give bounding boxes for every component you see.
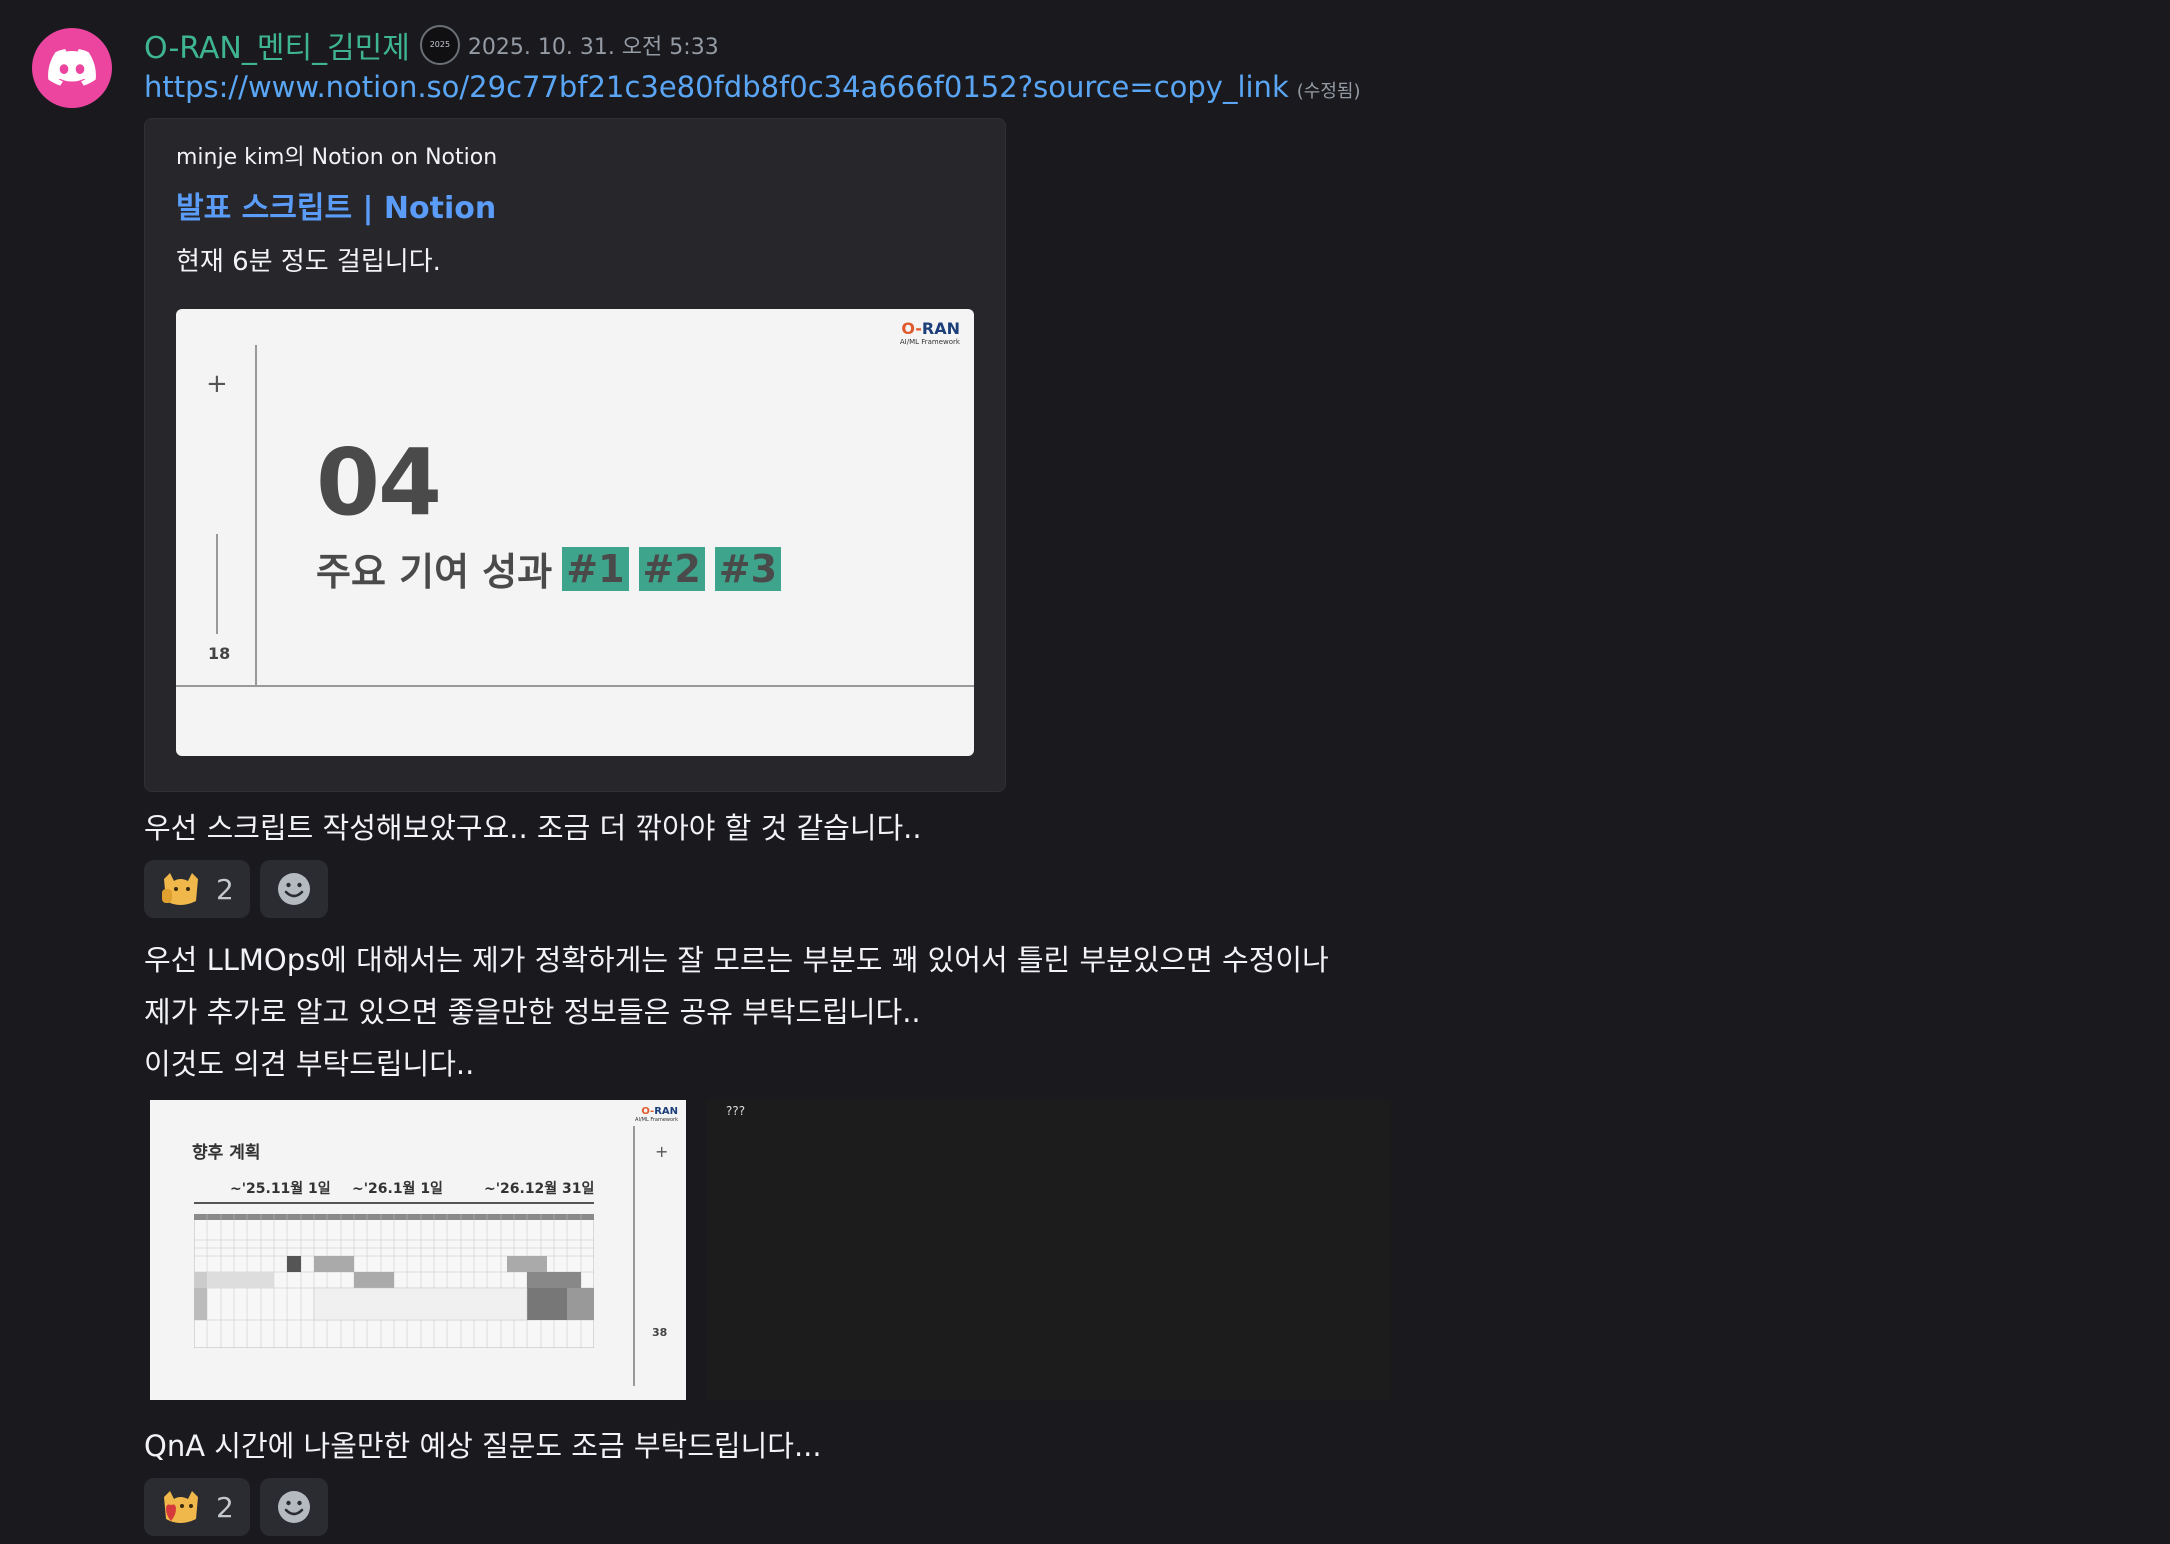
- heart-cat-emoji-icon: [164, 1491, 198, 1523]
- slide-section-number: 04: [316, 429, 442, 536]
- image-attachment[interactable]: O-RAN AI/ML Framework 향후 계획 ~'25.11월 1일 …: [150, 1100, 686, 1400]
- chat-message: O-RAN_멘티_김민제 2025 2025. 10. 31. 오전 5:33 …: [0, 0, 2170, 1544]
- smiley-icon: [277, 1491, 310, 1523]
- slide-tag: #1: [562, 546, 629, 591]
- oran-logo: O-RAN AI/ML Framework: [899, 319, 960, 346]
- message-text: 제가 추가로 알고 있으면 좋을만한 정보들은 공유 부탁드립니다..: [144, 995, 921, 1029]
- message-content: O-RAN_멘티_김민제 2025 2025. 10. 31. 오전 5:33 …: [144, 22, 2144, 1538]
- slide-tag: #2: [638, 546, 705, 591]
- slide-tick: [216, 534, 218, 634]
- notion-link[interactable]: https://www.notion.so/29c77bf21c3e80fdb8…: [144, 70, 1289, 104]
- slide-plus: +: [655, 1142, 669, 1161]
- message-text: 우선 스크립트 작성해보았구요.. 조금 더 깎아야 할 것 같습니다..: [144, 811, 922, 845]
- timeline-phase: ~'26.1월 1일: [352, 1181, 443, 1197]
- schedule-table: [194, 1214, 594, 1348]
- slide-divider: [176, 685, 974, 687]
- slide-divider: [255, 345, 257, 685]
- reactions-bar: 2: [144, 860, 2144, 920]
- message-text: QnA 시간에 나올만한 예상 질문도 조금 부탁드립니다...: [144, 1429, 822, 1463]
- role-badge-icon[interactable]: 2025: [419, 25, 460, 65]
- message-header: O-RAN_멘티_김민제 2025 2025. 10. 31. 오전 5:33: [144, 22, 2144, 68]
- reaction-button[interactable]: 2: [144, 860, 250, 918]
- message-text: 이것도 의견 부탁드립니다..: [144, 1047, 475, 1081]
- slide-page-number: 38: [652, 1326, 668, 1339]
- slide-title: 향후 계획: [192, 1143, 261, 1163]
- username[interactable]: O-RAN_멘티_김민제: [144, 23, 410, 67]
- embed-title-link[interactable]: 발표 스크립트 | Notion: [176, 183, 496, 227]
- reaction-count: 2: [216, 1490, 234, 1524]
- link-embed: minje kim의 Notion on Notion 발표 스크립트 | No…: [144, 118, 1006, 792]
- slide-subtitle: 주요 기여 성과 #1 #2 #3: [316, 541, 782, 596]
- reactions-bar: 2: [144, 1478, 2144, 1538]
- embed-provider: minje kim의 Notion on Notion: [176, 145, 498, 170]
- link-line: https://www.notion.so/29c77bf21c3e80fdb8…: [144, 70, 2144, 114]
- image-attachment[interactable]: ???: [706, 1100, 1391, 1400]
- add-reaction-button[interactable]: [259, 860, 328, 918]
- user-avatar[interactable]: [32, 28, 112, 108]
- timeline-phase: ~'26.12월 31일: [484, 1181, 595, 1197]
- slide-page-number: 18: [208, 644, 231, 663]
- reaction-button[interactable]: 2: [144, 1478, 250, 1536]
- oran-logo: O-RAN AI/ML Framework: [635, 1106, 678, 1123]
- cat-emoji-icon: [162, 873, 198, 905]
- add-reaction-button[interactable]: [259, 1478, 328, 1536]
- edited-label: (수정됨): [1296, 81, 1361, 102]
- timestamp[interactable]: 2025. 10. 31. 오전 5:33: [468, 29, 719, 61]
- timeline-phase: ~'25.11월 1일: [230, 1181, 331, 1197]
- smiley-icon: [277, 873, 310, 905]
- slide-tag: #3: [714, 546, 782, 591]
- reaction-count: 2: [216, 872, 234, 906]
- embed-preview-image[interactable]: O-RAN AI/ML Framework + 18 04 주요 기여 성과 #…: [176, 309, 974, 756]
- slide-divider: [633, 1126, 635, 1386]
- message-text: 우선 LLMOps에 대해서는 제가 정확하게는 잘 모르는 부분도 꽤 있어서…: [144, 943, 1329, 977]
- slide-plus: +: [206, 369, 228, 399]
- image-label: ???: [726, 1104, 746, 1118]
- embed-description: 현재 6분 정도 걸립니다.: [176, 247, 441, 277]
- image-attachments: O-RAN AI/ML Framework 향후 계획 ~'25.11월 1일 …: [144, 1100, 2144, 1420]
- timeline-line: [194, 1202, 594, 1204]
- discord-logo-icon: [48, 49, 96, 86]
